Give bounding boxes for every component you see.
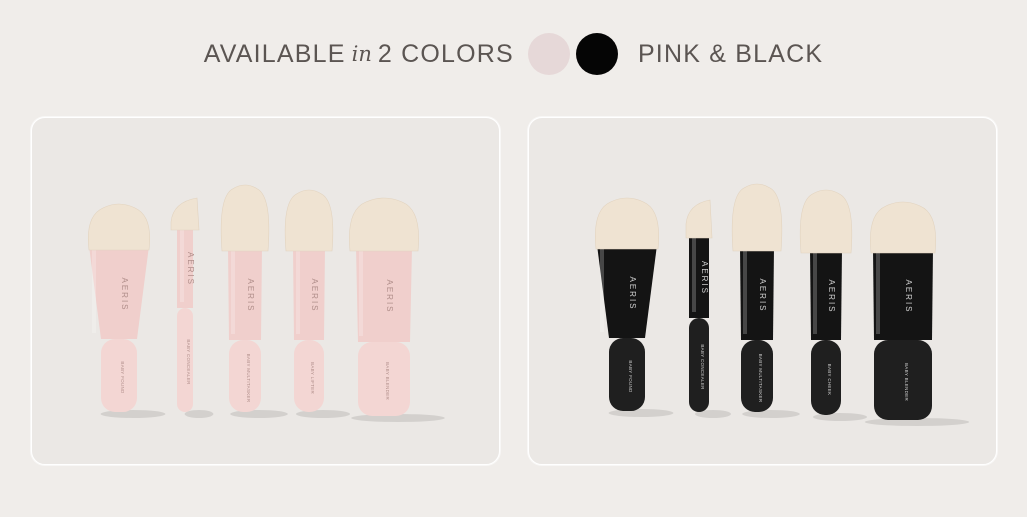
- brush-handle-lower: [229, 340, 261, 412]
- brush-brand-label: AERIS: [385, 279, 394, 313]
- brush-name-label: BABY BLENDER: [385, 362, 390, 400]
- brush-brand-label: AERIS: [628, 276, 637, 310]
- brush-handle-lower: [741, 340, 773, 412]
- black-brush: AERIS BABY FOUND: [595, 197, 674, 417]
- brush-handle-lower: [609, 338, 645, 411]
- brush-brand-label: AERIS: [700, 261, 709, 295]
- brush-highlight: [92, 250, 96, 333]
- brush-shadow: [100, 410, 166, 418]
- pink-brush-set-panel: AERIS BABY FOUND AERIS BABY CONCEALER AERIS B…: [31, 117, 500, 465]
- brush-highlight: [692, 238, 696, 312]
- brush-shadow: [608, 409, 674, 417]
- brush-bristles: [220, 184, 270, 252]
- black-brush: AERIS BABY CHEEK: [799, 189, 867, 421]
- brush-name-label: BABY BLENDER: [904, 363, 909, 401]
- black-brush: AERIS BABY CONCEALER: [685, 199, 731, 418]
- brush-handle-lower: [358, 342, 410, 416]
- brush-name-label: BABY CHEEK: [827, 364, 832, 396]
- brush-name-label: BABY MULTITASKER: [758, 354, 763, 403]
- brush-brand-label: AERIS: [120, 277, 129, 311]
- brush-bristles: [870, 201, 936, 254]
- headline-colors: 2 COLORS: [377, 39, 514, 68]
- brush-name-label: BABY LIFTER: [310, 362, 315, 394]
- brush-handle-lower: [294, 340, 324, 412]
- brush-highlight: [813, 253, 817, 334]
- headline-pink-black: PINK & BLACK: [637, 39, 824, 68]
- brush-highlight: [296, 251, 300, 334]
- pink-brush: AERIS BABY MULTITASKER: [220, 184, 288, 418]
- brush-handle-upper: [597, 245, 657, 338]
- brush-bristles: [170, 197, 200, 231]
- black-swatch[interactable]: [575, 33, 618, 75]
- pink-brush: AERIS BABY LIFTER: [284, 189, 350, 418]
- brush-bristles: [685, 199, 713, 239]
- brush-bristles: [731, 183, 783, 252]
- brush-brand-label: AERIS: [904, 279, 913, 313]
- brush-handle-upper: [356, 247, 412, 342]
- black-brush: AERIS BABY MULTITASKER: [731, 183, 800, 418]
- headline-available: AVAILABLE: [203, 39, 346, 68]
- brush-highlight: [600, 249, 604, 332]
- pink-brush: AERIS BABY CONCEALER: [170, 197, 214, 418]
- brush-handle-lower: [101, 339, 137, 412]
- brush-handle-upper: [89, 246, 149, 339]
- brush-name-label: BABY FOUND: [120, 361, 125, 394]
- brush-bristles: [284, 189, 334, 252]
- brush-handle-upper: [873, 249, 933, 340]
- headline-in: in: [351, 42, 372, 66]
- brush-bristles: [799, 189, 853, 254]
- brush-shadow: [184, 410, 214, 418]
- pink-brush: AERIS BABY BLENDER: [349, 197, 445, 422]
- brush-brand-label: AERIS: [246, 278, 255, 312]
- brush-bristles: [349, 197, 419, 252]
- brush-bristles: [88, 203, 150, 251]
- brush-handle-lower: [689, 318, 709, 412]
- brush-handle-lower: [811, 340, 841, 415]
- pink-brush: AERIS BABY FOUND: [88, 203, 166, 418]
- black-brush-set-panel: AERIS BABY FOUND AERIS BABY CONCEALER AERIS B…: [528, 117, 997, 465]
- black-brush-set-image: AERIS BABY FOUND AERIS BABY CONCEALER AERIS B…: [595, 183, 970, 426]
- brush-handle-lower: [874, 340, 932, 420]
- pink-swatch[interactable]: [527, 33, 570, 75]
- brush-highlight: [876, 253, 880, 334]
- brush-highlight: [743, 251, 747, 334]
- black-brush: AERIS BABY BLENDER: [864, 201, 970, 426]
- brush-name-label: BABY CONCEALER: [700, 344, 705, 390]
- headline: AVAILABLE in 2 COLORS PINK & BLACK: [0, 28, 1027, 80]
- brush-highlight: [359, 251, 363, 336]
- brush-name-label: BABY CONCEALER: [186, 339, 191, 385]
- brush-highlight: [231, 251, 235, 334]
- brush-brand-label: AERIS: [827, 279, 836, 313]
- brush-name-label: BABY FOUND: [628, 360, 633, 393]
- brush-brand-label: AERIS: [186, 252, 195, 286]
- brush-brand-label: AERIS: [758, 278, 767, 312]
- brush-highlight: [180, 230, 184, 302]
- brush-name-label: BABY MULTITASKER: [246, 354, 251, 403]
- brush-brand-label: AERIS: [310, 278, 319, 312]
- pink-brush-set-image: AERIS BABY FOUND AERIS BABY CONCEALER AERIS B…: [88, 184, 445, 422]
- brush-bristles: [595, 197, 659, 250]
